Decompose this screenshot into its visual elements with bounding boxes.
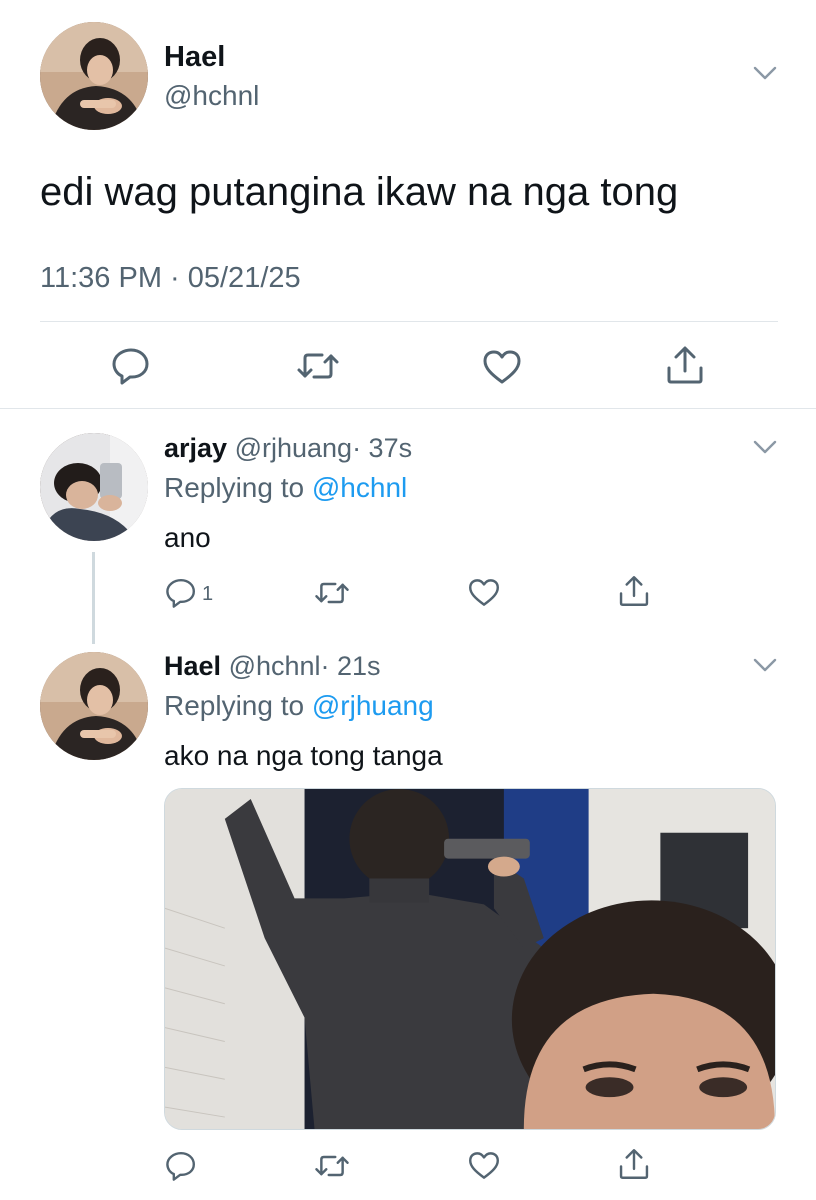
replying-mention-link[interactable]: @hchnl [312,472,407,503]
reply-count: 1 [202,583,214,605]
like-icon[interactable] [481,348,523,386]
reply-handle[interactable]: @rjhuang [235,433,352,463]
reply-name[interactable]: arjay [164,433,227,463]
reply-handle[interactable]: @hchnl [229,651,321,681]
reply-icon[interactable] [164,577,198,609]
retweet-icon[interactable] [314,578,350,608]
main-display-name[interactable]: Hael [164,40,225,74]
main-handle[interactable]: @hchnl [164,80,259,112]
reply-icon[interactable] [164,1150,198,1182]
chevron-down-icon[interactable] [752,438,778,456]
replying-prefix: Replying to [164,690,305,721]
divider [40,321,778,322]
tweet-media-photo[interactable] [164,788,776,1130]
reply-text: ano [164,522,211,553]
replying-mention-link[interactable]: @rjhuang [312,690,434,721]
thread-connector [92,552,95,644]
divider [0,408,816,409]
chevron-down-icon[interactable] [752,656,778,674]
main-avatar[interactable] [40,22,148,130]
share-icon[interactable] [664,344,706,386]
reply-avatar[interactable] [40,433,148,541]
share-icon[interactable] [617,574,651,608]
reply-avatar[interactable] [40,652,148,760]
retweet-icon[interactable] [314,1151,350,1181]
reply-text: ako na nga tong tanga [164,740,443,771]
profile-avatar-image [40,22,148,130]
reply-display-name[interactable]: arjay @rjhuang· 37s [164,432,412,464]
reply-display-name[interactable]: Hael @hchnl· 21s [164,650,381,682]
main-tweet-timestamp[interactable]: 11:36 PM · 05/21/25 [40,260,301,296]
like-icon[interactable] [467,577,501,608]
reply-age[interactable]: · 37s [352,433,412,463]
main-tweet-text: edi wag putangina ikaw na nga tong [40,170,679,214]
replying-prefix: Replying to [164,472,305,503]
profile-avatar-image [40,433,148,541]
retweet-icon[interactable] [296,348,340,384]
reply-age[interactable]: · 21s [321,651,381,681]
reply-name[interactable]: Hael [164,651,221,681]
photo-image [165,789,775,1129]
profile-avatar-image [40,652,148,760]
share-icon[interactable] [617,1147,651,1181]
replying-to: Replying to @rjhuang [164,689,434,723]
chevron-down-icon[interactable] [752,64,778,82]
like-icon[interactable] [467,1150,501,1181]
reply-icon[interactable] [110,346,152,386]
replying-to: Replying to @hchnl [164,471,407,505]
